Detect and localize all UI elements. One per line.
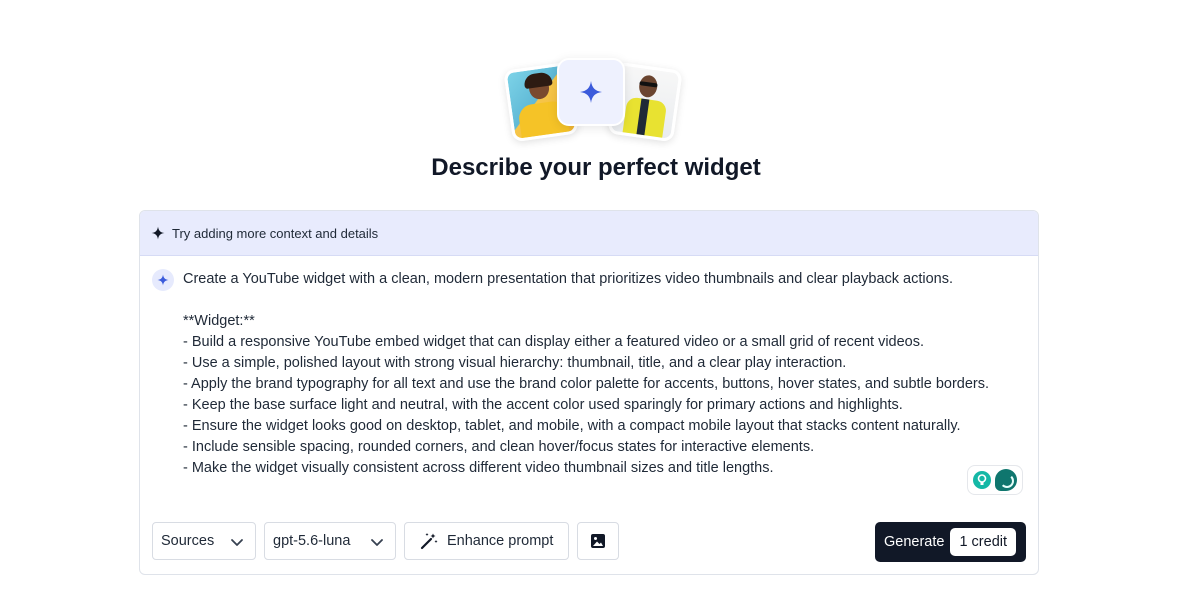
model-label: gpt-5.6-luna [273, 533, 351, 549]
lightbulb-icon[interactable] [973, 471, 991, 489]
generate-label: Generate [884, 534, 945, 550]
prompt-area[interactable]: Create a YouTube widget with a clean, mo… [140, 256, 1038, 506]
sparkle-icon [580, 81, 602, 103]
enhance-label: Enhance prompt [447, 533, 554, 549]
writing-assistant-badge[interactable] [967, 465, 1023, 495]
sparkle-icon [157, 274, 169, 286]
model-select[interactable]: gpt-5.6-luna [264, 522, 396, 560]
chevron-down-icon [231, 539, 243, 546]
image-icon [591, 534, 605, 548]
generate-button[interactable]: Generate 1 credit [875, 522, 1026, 562]
prompt-textarea[interactable]: Create a YouTube widget with a clean, mo… [183, 269, 1028, 479]
sources-label: Sources [161, 533, 215, 549]
prompt-card: Try adding more context and details Crea… [139, 210, 1039, 575]
chat-assistant-icon[interactable] [995, 469, 1017, 491]
center-sparkle-tile [557, 58, 625, 126]
credit-badge: 1 credit [950, 528, 1017, 556]
hint-bar[interactable]: Try adding more context and details [140, 211, 1038, 256]
magic-wand-icon [420, 533, 438, 550]
enhance-prompt-button[interactable]: Enhance prompt [404, 522, 569, 560]
prompt-toolbar: Sources gpt-5.6-luna Enhance prompt Gene… [152, 522, 1026, 562]
ai-avatar [152, 269, 174, 291]
add-image-button[interactable] [577, 522, 619, 560]
sparkle-icon [151, 226, 165, 240]
hero-graphic [0, 0, 1192, 143]
sources-dropdown[interactable]: Sources [152, 522, 256, 560]
page-title: Describe your perfect widget [431, 154, 761, 181]
hint-text: Try adding more context and details [172, 225, 379, 241]
chevron-down-icon [371, 539, 383, 546]
